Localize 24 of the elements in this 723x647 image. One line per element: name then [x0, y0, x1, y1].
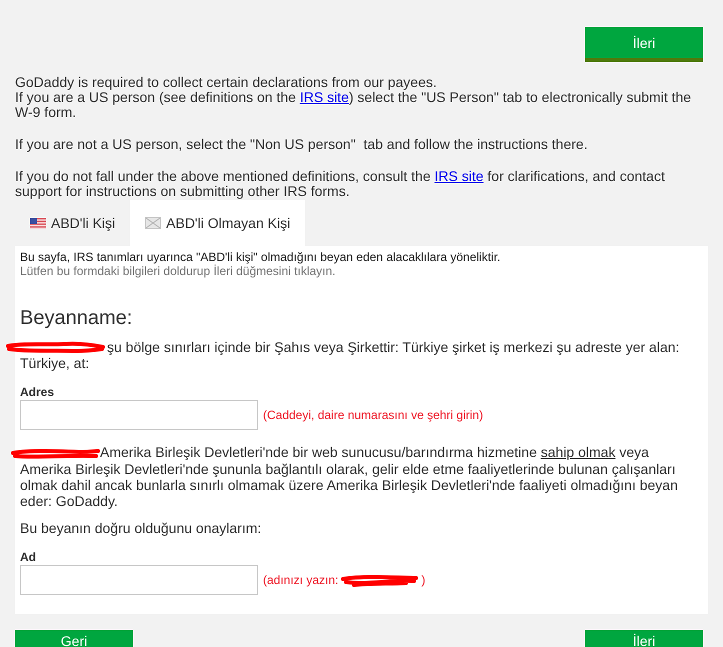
section-heading: Beyanname:	[20, 306, 134, 330]
name-input[interactable]	[20, 564, 258, 595]
intro-text: If you are a US person (see definitions on the IRS site) select the "US Person" tab to electronically submit the W-9 form.	[15, 90, 692, 120]
intro-text: GoDaddy is required to collect certain declarations from our payees.	[15, 75, 438, 90]
hint-text: (Caddeyi, daire numarasını ve şehri girin)	[263, 408, 484, 422]
irs-site-link[interactable]: IRS site	[434, 168, 484, 184]
envelope-icon	[145, 217, 162, 229]
confirmation-text: Bu beyanın doğru olduğunu onaylarım:	[20, 520, 262, 536]
tab[interactable]: ABD'li Kişi	[15, 200, 130, 246]
field-label: Ad	[20, 550, 37, 564]
intro-text: If you are not a US person, select the "Non US person" tab and follow the instructions there.	[15, 137, 589, 152]
tab[interactable]: ABD'li Olmayan Kişi	[130, 200, 306, 246]
hint-text-end: )	[421, 572, 426, 587]
intro-text: If you do not fall under the above mentioned definitions, consult the IRS site for clarifications, and contact support for instructions on submitting other IRS forms.	[15, 169, 666, 199]
field-label: Adres	[20, 385, 56, 400]
flag-icon	[30, 218, 46, 228]
notice-text: Bu sayfa, IRS tanımları uyarınca "ABD'li kişi" olmadığını beyan eden alacaklılara yöneliktir.	[20, 250, 502, 264]
irs-site-link[interactable]: IRS site	[300, 89, 349, 105]
statement-text: Amerika Birleşik Devletleri'nde bir web sunucusu/barındırma hizmetine sahip olmak veya Amerika Birleşik Devletleri'nde şununla bağlantılı olarak, gelir elde etme faaliyetlerinde bulunan çalışanları olmak dahil ancak bunlarla sınırlı olmamak üzere Amerika Birleşik Devletleri'nde faaliyeti olmadığını beyan eder: GoDaddy.	[20, 444, 703, 509]
term-link[interactable]: sahip olmak	[540, 444, 616, 460]
instruction-text: Lütfen bu formdaki bilgileri doldurup İleri düğmesini tıklayın.	[20, 264, 336, 278]
address-input[interactable]	[20, 400, 258, 430]
hint-text: (adınızı yazın:	[263, 572, 338, 587]
declaration-text: şu bölge sınırları içinde bir Şahıs veya Şirkettir: Türkiye şirket iş merkezi şu adreste yer alan: Türkiye, at:	[20, 339, 703, 372]
